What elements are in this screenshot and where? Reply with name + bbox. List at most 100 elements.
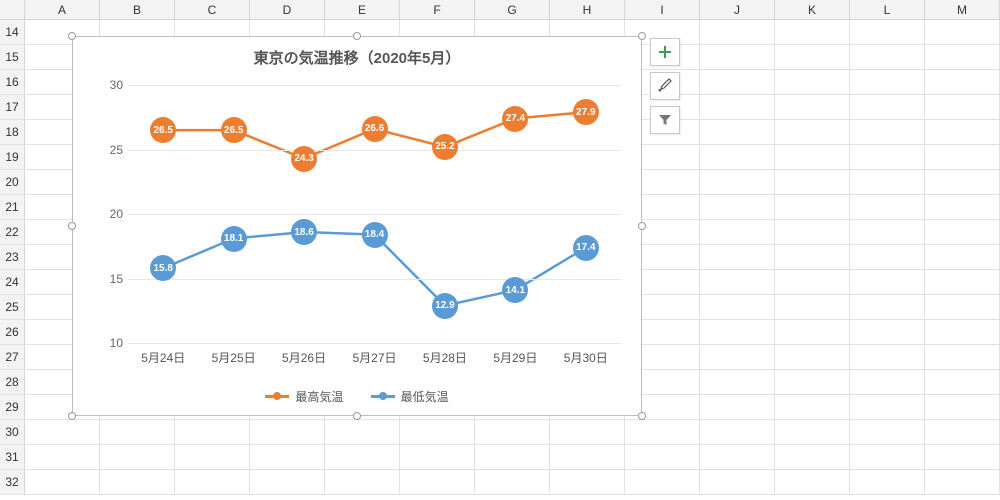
cell-K21[interactable] [775, 195, 850, 219]
cell-A30[interactable] [25, 420, 100, 444]
cell-M25[interactable] [925, 295, 1000, 319]
column-header-E[interactable]: E [325, 0, 400, 19]
cell-L28[interactable] [850, 370, 925, 394]
cell-E31[interactable] [325, 445, 400, 469]
resize-handle-b[interactable] [353, 412, 361, 420]
cell-L25[interactable] [850, 295, 925, 319]
column-header-M[interactable]: M [925, 0, 1000, 19]
cell-J18[interactable] [700, 120, 775, 144]
chart-elements-button[interactable] [650, 38, 680, 66]
cell-L26[interactable] [850, 320, 925, 344]
cell-G30[interactable] [475, 420, 550, 444]
column-header-D[interactable]: D [250, 0, 325, 19]
cell-E32[interactable] [325, 470, 400, 494]
data-marker[interactable]: 15.8 [150, 255, 176, 281]
cell-H30[interactable] [550, 420, 625, 444]
cell-F32[interactable] [400, 470, 475, 494]
resize-handle-br[interactable] [638, 412, 646, 420]
legend[interactable]: 最高気温 最低気温 [73, 387, 641, 405]
cell-A32[interactable] [25, 470, 100, 494]
cell-J29[interactable] [700, 395, 775, 419]
resize-handle-l[interactable] [68, 222, 76, 230]
cell-K27[interactable] [775, 345, 850, 369]
cell-J14[interactable] [700, 20, 775, 44]
row-header-28[interactable]: 28 [0, 370, 25, 394]
cell-M29[interactable] [925, 395, 1000, 419]
cell-M16[interactable] [925, 70, 1000, 94]
column-header-K[interactable]: K [775, 0, 850, 19]
cell-J28[interactable] [700, 370, 775, 394]
column-header-F[interactable]: F [400, 0, 475, 19]
row-header-16[interactable]: 16 [0, 70, 25, 94]
cell-J24[interactable] [700, 270, 775, 294]
cell-L27[interactable] [850, 345, 925, 369]
cell-C32[interactable] [175, 470, 250, 494]
cell-I32[interactable] [625, 470, 700, 494]
cell-K18[interactable] [775, 120, 850, 144]
cell-J19[interactable] [700, 145, 775, 169]
cell-K14[interactable] [775, 20, 850, 44]
row-header-31[interactable]: 31 [0, 445, 25, 469]
cell-M22[interactable] [925, 220, 1000, 244]
cell-J30[interactable] [700, 420, 775, 444]
cell-C30[interactable] [175, 420, 250, 444]
cell-L31[interactable] [850, 445, 925, 469]
cell-D32[interactable] [250, 470, 325, 494]
cell-A31[interactable] [25, 445, 100, 469]
resize-handle-r[interactable] [638, 222, 646, 230]
cell-L24[interactable] [850, 270, 925, 294]
cell-D30[interactable] [250, 420, 325, 444]
cell-K31[interactable] [775, 445, 850, 469]
row-header-23[interactable]: 23 [0, 245, 25, 269]
cell-I30[interactable] [625, 420, 700, 444]
cell-M14[interactable] [925, 20, 1000, 44]
column-header-C[interactable]: C [175, 0, 250, 19]
cell-M27[interactable] [925, 345, 1000, 369]
cell-L29[interactable] [850, 395, 925, 419]
cell-K30[interactable] [775, 420, 850, 444]
cell-K28[interactable] [775, 370, 850, 394]
row-header-29[interactable]: 29 [0, 395, 25, 419]
cell-G31[interactable] [475, 445, 550, 469]
row-header-21[interactable]: 21 [0, 195, 25, 219]
cell-K19[interactable] [775, 145, 850, 169]
row-header-14[interactable]: 14 [0, 20, 25, 44]
cell-I31[interactable] [625, 445, 700, 469]
cell-J27[interactable] [700, 345, 775, 369]
cell-M15[interactable] [925, 45, 1000, 69]
cell-J16[interactable] [700, 70, 775, 94]
resize-handle-tl[interactable] [68, 32, 76, 40]
row-header-20[interactable]: 20 [0, 170, 25, 194]
data-marker[interactable]: 18.4 [362, 222, 388, 248]
cell-D31[interactable] [250, 445, 325, 469]
cell-L30[interactable] [850, 420, 925, 444]
cell-M23[interactable] [925, 245, 1000, 269]
cell-M28[interactable] [925, 370, 1000, 394]
data-marker[interactable]: 27.4 [502, 106, 528, 132]
cell-K16[interactable] [775, 70, 850, 94]
data-marker[interactable]: 18.6 [291, 219, 317, 245]
row-header-24[interactable]: 24 [0, 270, 25, 294]
cell-J17[interactable] [700, 95, 775, 119]
cell-K23[interactable] [775, 245, 850, 269]
row-header-26[interactable]: 26 [0, 320, 25, 344]
cell-E30[interactable] [325, 420, 400, 444]
cell-L23[interactable] [850, 245, 925, 269]
cell-M20[interactable] [925, 170, 1000, 194]
cell-F31[interactable] [400, 445, 475, 469]
data-marker[interactable]: 25.2 [432, 134, 458, 160]
cell-M17[interactable] [925, 95, 1000, 119]
cell-B32[interactable] [100, 470, 175, 494]
cell-L14[interactable] [850, 20, 925, 44]
select-all-corner[interactable] [0, 0, 25, 19]
resize-handle-bl[interactable] [68, 412, 76, 420]
cell-K32[interactable] [775, 470, 850, 494]
column-header-G[interactable]: G [475, 0, 550, 19]
cell-L16[interactable] [850, 70, 925, 94]
row-header-22[interactable]: 22 [0, 220, 25, 244]
data-marker[interactable]: 26.5 [221, 117, 247, 143]
data-marker[interactable]: 24.3 [291, 146, 317, 172]
resize-handle-t[interactable] [353, 32, 361, 40]
cell-B30[interactable] [100, 420, 175, 444]
data-marker[interactable]: 26.5 [150, 117, 176, 143]
